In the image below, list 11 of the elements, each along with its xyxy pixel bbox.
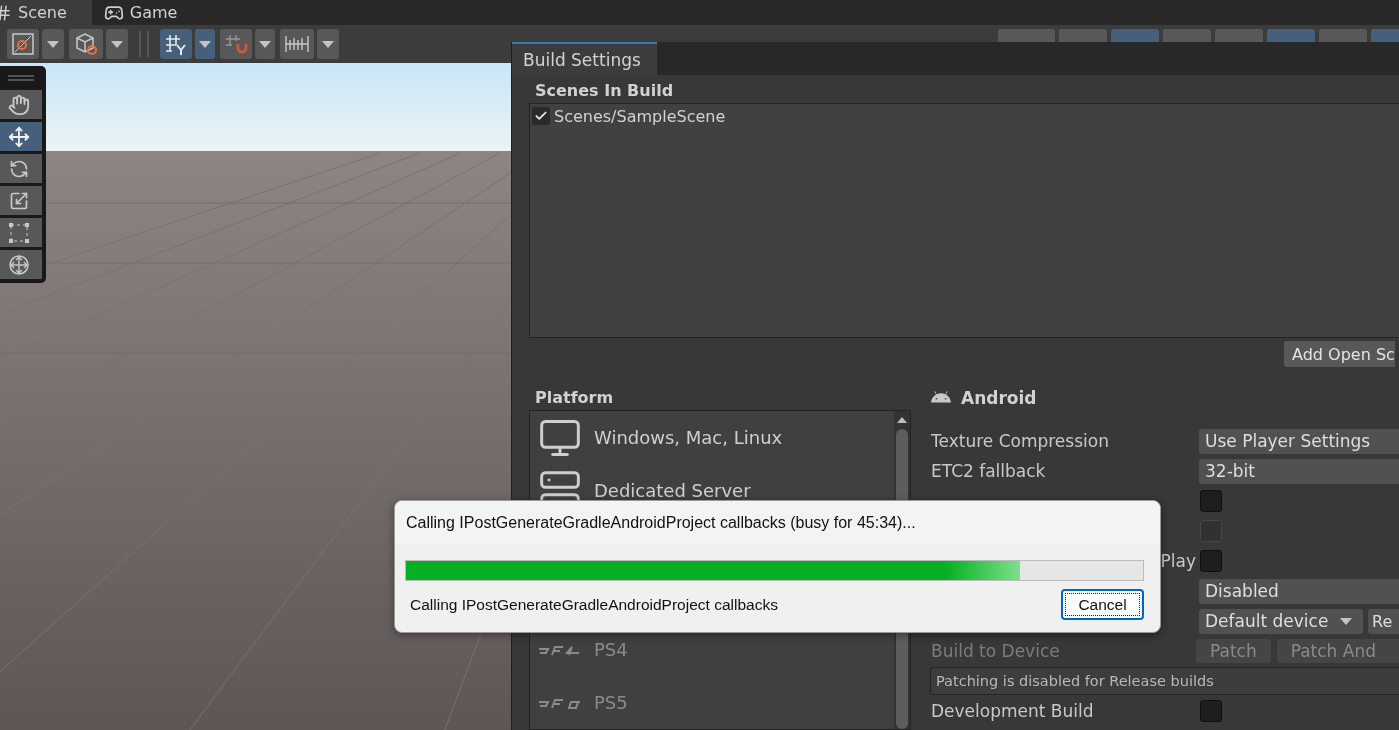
dialog-title: Calling IPostGenerateGradleAndroidProject callbacks (busy for 45:34)...: [406, 513, 916, 532]
status-text: Calling IPostGenerateGradleAndroidProject callbacks: [410, 595, 778, 614]
setting-label: ETC2 fallback: [931, 461, 1047, 481]
setting-label: Play: [1159, 551, 1197, 571]
platform-title: Android: [961, 388, 1037, 408]
setting-label: Build to Device: [931, 641, 1061, 661]
setting-label: Development Build: [931, 701, 1095, 721]
info-message: Patching is disabled for Release builds: [930, 667, 1399, 695]
section-heading: Platform: [534, 387, 615, 409]
setting-label: Texture Compression: [931, 431, 1110, 451]
section-heading: Scenes In Build: [534, 80, 675, 102]
